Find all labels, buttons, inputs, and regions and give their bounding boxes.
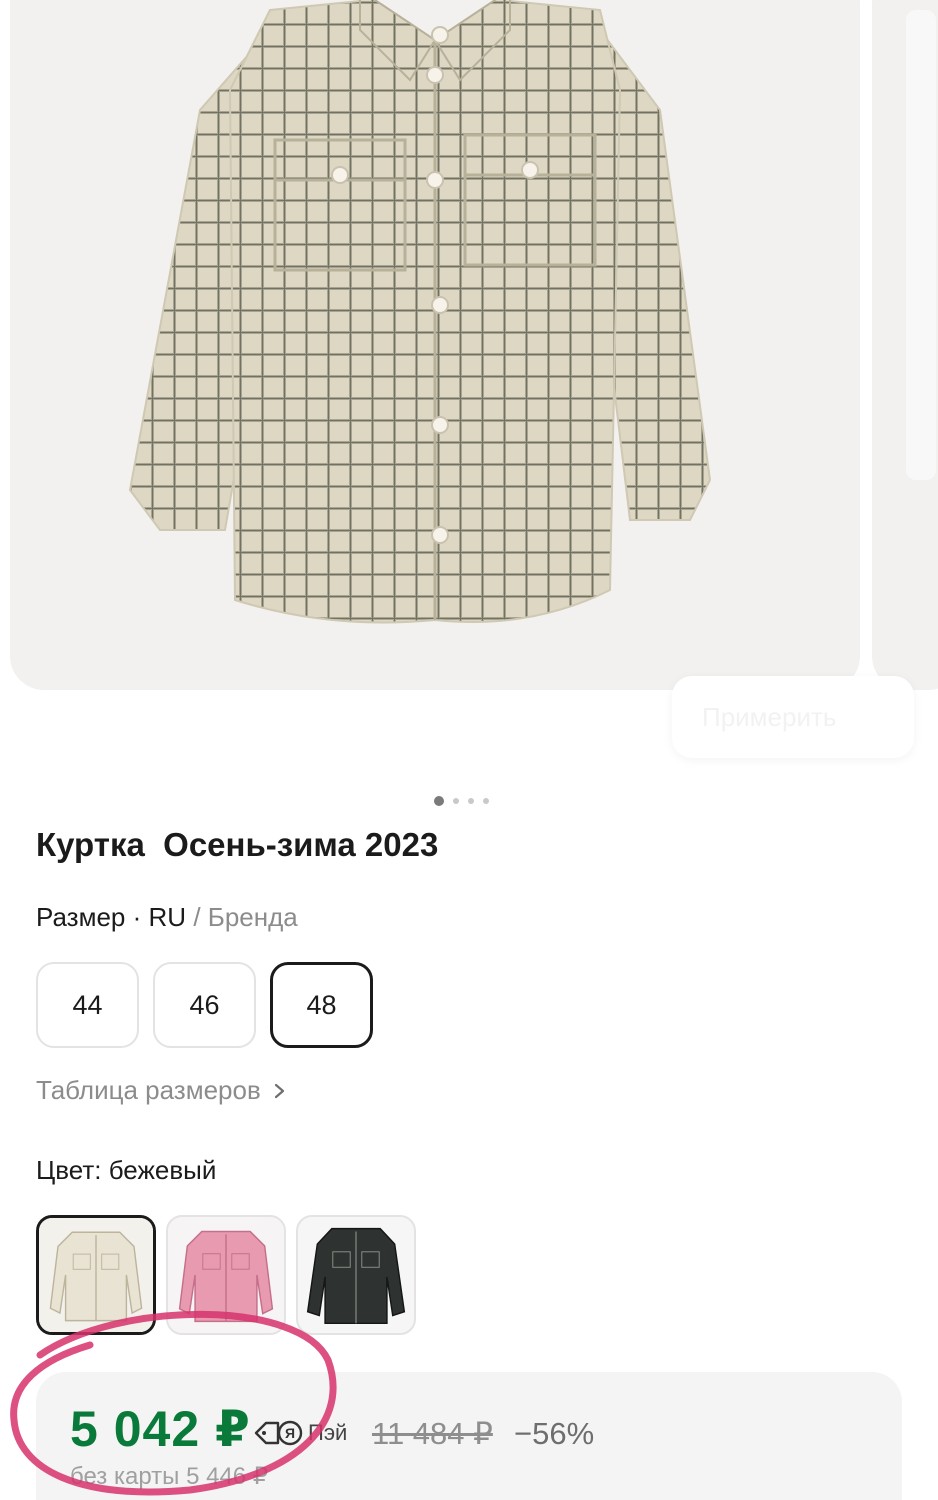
product-photo[interactable]: [10, 0, 860, 690]
product-gallery[interactable]: Примерить: [0, 0, 938, 780]
old-price: 11 484 ₽: [372, 1416, 493, 1451]
pay-badge: Я Пэй: [252, 1418, 347, 1448]
jacket-black-thumbnail: [298, 1217, 414, 1333]
jacket-image: [128, 0, 712, 624]
color-options: [36, 1215, 416, 1335]
size-option-44[interactable]: 44: [36, 962, 139, 1048]
color-option-pink[interactable]: [166, 1215, 286, 1335]
size-table-label: Таблица размеров: [36, 1075, 261, 1105]
price-without-card: без карты 5 446 ₽: [70, 1463, 269, 1490]
pagination-dot[interactable]: [468, 798, 474, 804]
size-system-ru[interactable]: RU: [149, 902, 187, 932]
pagination-dot[interactable]: [483, 798, 489, 804]
yandex-pay-icon: Я: [254, 1420, 303, 1446]
color-option-black[interactable]: [296, 1215, 416, 1335]
size-option-48[interactable]: 48: [270, 962, 373, 1048]
current-price: 5 042 ₽: [70, 1401, 251, 1457]
jacket-pink-thumbnail: [168, 1217, 284, 1333]
try-on-chip-label: Примерить: [702, 702, 837, 732]
pay-label: Пэй: [308, 1420, 348, 1445]
size-options: 44 46 48: [36, 962, 373, 1048]
size-slash: /: [193, 902, 201, 932]
next-photo-strip: [906, 10, 936, 480]
product-title: Куртка Осень-зима 2023: [36, 826, 439, 863]
size-system-brand[interactable]: Бренда: [208, 902, 298, 932]
jacket-beige-thumbnail: [39, 1218, 153, 1332]
size-separator: ·: [132, 902, 142, 932]
size-label: Размер: [36, 902, 126, 932]
discount-badge: −56%: [514, 1416, 595, 1451]
size-heading: Размер · RU / Бренда: [36, 902, 298, 933]
pagination-dot[interactable]: [434, 796, 444, 806]
chevron-right-icon: [274, 1083, 284, 1098]
pagination-dot[interactable]: [453, 798, 459, 804]
color-option-beige[interactable]: [36, 1215, 156, 1335]
svg-text:Я: Я: [285, 1425, 295, 1441]
gallery-pagination: [434, 796, 489, 806]
size-option-46[interactable]: 46: [153, 962, 256, 1048]
try-on-chip[interactable]: Примерить: [672, 676, 914, 758]
size-table-link[interactable]: Таблица размеров: [36, 1075, 287, 1106]
color-label: Цвет: бежевый: [36, 1155, 217, 1185]
next-photo-preview[interactable]: [872, 0, 938, 690]
